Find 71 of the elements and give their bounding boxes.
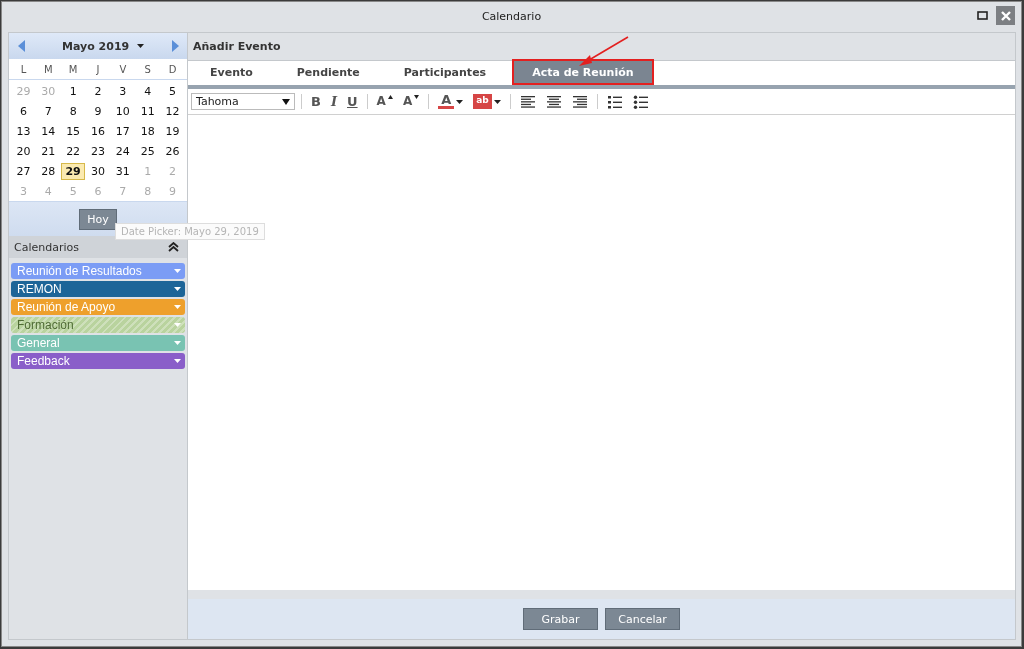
footer-button[interactable]: Cancelar <box>605 608 680 630</box>
window-title: Calendario <box>481 9 542 23</box>
calendar-day[interactable]: 28 <box>37 162 60 180</box>
weekday-label: J <box>96 63 100 75</box>
previous-month-icon[interactable] <box>18 40 26 52</box>
section-title: Calendarios <box>14 240 79 254</box>
footer-button[interactable]: Grabar <box>523 608 598 630</box>
caret-icon[interactable] <box>456 99 464 104</box>
calendar-day[interactable]: 31 <box>111 162 134 180</box>
panel-title: Añadir Evento <box>193 39 281 53</box>
calendar-day[interactable]: 24 <box>111 142 134 160</box>
weekday-label: L <box>20 63 27 75</box>
calendar-day[interactable]: 11 <box>136 102 159 120</box>
font-dropdown[interactable]: Tahoma <box>191 93 295 110</box>
calendar-day[interactable]: 4 <box>140 82 156 100</box>
caret-icon[interactable] <box>493 99 501 104</box>
calendar-day[interactable]: 17 <box>111 122 134 140</box>
calendar-day[interactable]: 20 <box>12 142 35 160</box>
annotation-arrow <box>578 36 630 68</box>
calendar-day[interactable]: 16 <box>87 122 109 140</box>
calendar-day[interactable]: 7 <box>40 102 56 120</box>
grow-font-button[interactable]: A <box>373 91 396 112</box>
tab[interactable]: Acta de Reunión <box>512 59 654 85</box>
calendar-day[interactable]: 19 <box>161 122 184 140</box>
tooltip: Date Picker: Mayo 29, 2019 <box>115 223 265 240</box>
weekday-label: M <box>68 63 78 75</box>
shrink-font-button[interactable]: A <box>399 91 423 112</box>
calendar-item[interactable]: Feedback <box>11 353 185 369</box>
highlight-button[interactable]: ab <box>470 91 504 112</box>
next-month-icon[interactable] <box>171 40 179 52</box>
calendar-day[interactable]: 3 <box>115 82 131 100</box>
calendar-day[interactable]: 27 <box>12 162 35 180</box>
weekday-label: V <box>119 63 127 75</box>
tab[interactable]: Pendiente <box>278 59 378 85</box>
caret-icon[interactable] <box>137 44 145 48</box>
calendar-day[interactable]: 26 <box>161 142 184 160</box>
weekday-label: D <box>168 63 177 75</box>
calendar-day[interactable]: 2 <box>90 82 106 100</box>
calendar-day[interactable]: 29 <box>61 162 85 180</box>
calendar-item[interactable]: REMON <box>11 281 185 297</box>
calendar-day[interactable]: 1 <box>65 82 81 100</box>
calendar-day[interactable]: 23 <box>87 142 109 160</box>
tab[interactable]: Evento <box>192 59 271 85</box>
calendar-day[interactable]: 25 <box>136 142 159 160</box>
maximize-icon[interactable] <box>977 11 988 20</box>
calendar-day[interactable]: 12 <box>161 102 184 120</box>
calendar-day[interactable]: 5 <box>165 82 181 100</box>
up-triangle-icon[interactable] <box>387 94 393 99</box>
calendar-day[interactable]: 15 <box>62 122 85 140</box>
calendar-day[interactable]: 13 <box>12 122 35 140</box>
calendar-day[interactable]: 22 <box>62 142 85 160</box>
calendar-day[interactable]: 6 <box>15 102 31 120</box>
italic-button[interactable]: I <box>327 91 340 112</box>
calendar-day[interactable]: 10 <box>111 102 134 120</box>
down-triangle-icon[interactable] <box>414 94 420 99</box>
collapse-icon[interactable] <box>168 242 179 252</box>
calendar-day[interactable]: 18 <box>136 122 159 140</box>
calendar-day[interactable]: 9 <box>90 102 106 120</box>
tab[interactable]: Participantes <box>385 59 505 85</box>
calendar-day[interactable]: 30 <box>87 162 109 180</box>
caret-icon[interactable] <box>174 287 181 291</box>
calendar-day[interactable]: 21 <box>37 142 60 160</box>
weekday-label: M <box>43 63 53 75</box>
caret-icon[interactable] <box>282 98 290 105</box>
bold-button[interactable]: B <box>308 91 324 112</box>
today-button[interactable]: Hoy <box>79 208 117 230</box>
calendar-day[interactable]: 14 <box>37 122 60 140</box>
calendar-day[interactable]: 8 <box>65 102 81 120</box>
weekday-label: S <box>144 63 151 75</box>
underline-button[interactable]: U <box>344 91 361 112</box>
font-color-button[interactable]: A <box>435 91 467 112</box>
